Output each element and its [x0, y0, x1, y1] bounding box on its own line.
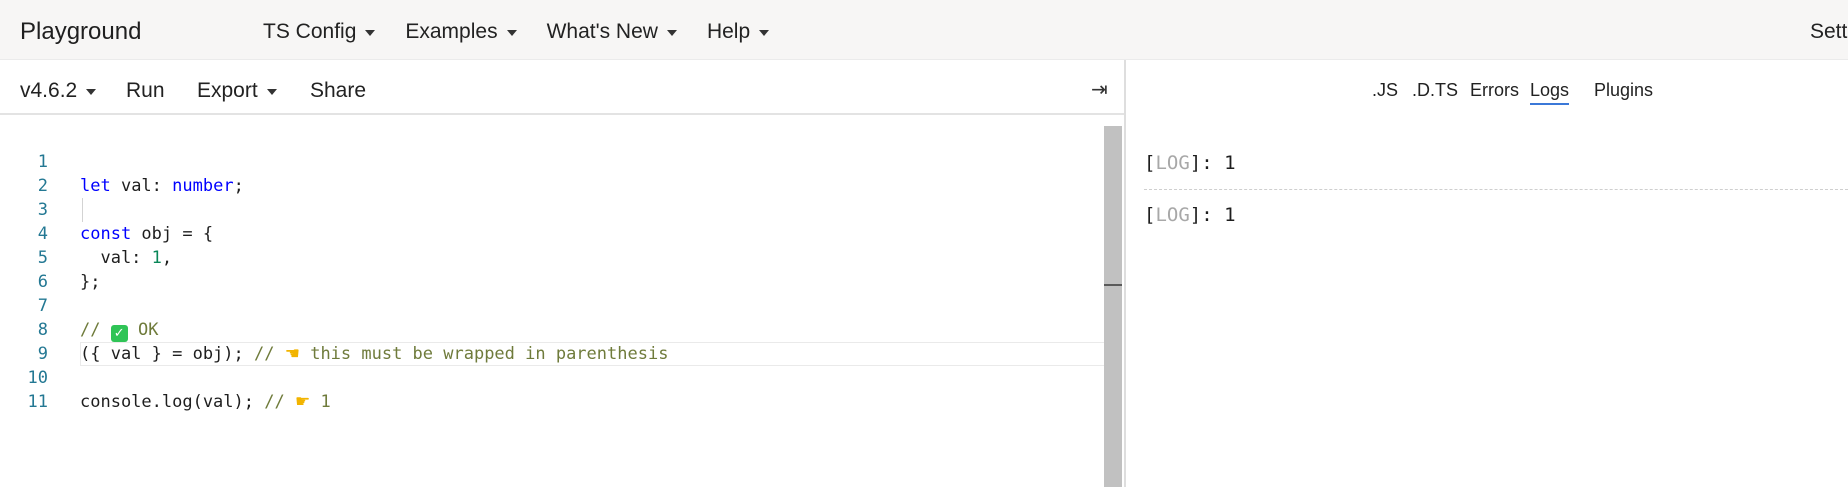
caret-down-icon [759, 30, 770, 36]
tab-logs[interactable]: Logs [1530, 80, 1570, 105]
code-line: 2 [0, 150, 1105, 196]
log-tag: LOG [1155, 152, 1190, 174]
code-line: 11 [0, 366, 1105, 412]
nav-examples-label: Examples [405, 20, 498, 43]
code-line: 1 let val: number; [0, 126, 1105, 196]
share-button[interactable]: Share [310, 79, 366, 103]
nav-help[interactable]: Help [706, 20, 770, 44]
version-label: v4.6.2 [20, 79, 78, 102]
line-number: 11 [27, 392, 48, 412]
code-line: 8 ({ val } = obj); // ☚ this must be wra… [0, 294, 1105, 364]
run-button[interactable]: Run [126, 79, 165, 103]
nav-settings[interactable]: Sett [1810, 20, 1847, 44]
log-bracket: ]: [1189, 152, 1225, 174]
editor-toolbar: v4.6.2 Run Export Share ⇥ [0, 60, 1124, 115]
export-label: Export [197, 79, 258, 102]
log-value: 1 [1224, 152, 1236, 174]
caret-down-icon [86, 89, 97, 95]
tab-js[interactable]: .JS [1372, 80, 1398, 101]
log-tag: LOG [1155, 204, 1190, 226]
code-line: 10 console.log(val); // ☛ 1 [0, 342, 1105, 412]
caret-down-icon [266, 89, 277, 95]
nav-help-label: Help [706, 20, 751, 43]
tab-dts[interactable]: .D.TS [1412, 80, 1458, 101]
code-token: console.log(val); [80, 392, 265, 412]
code-line: 5 }; [0, 222, 1105, 292]
editor-scrollbar-thumb[interactable] [1104, 126, 1122, 487]
tab-errors[interactable]: Errors [1470, 80, 1519, 101]
log-bracket: ]: [1189, 204, 1225, 226]
top-navbar: Playground TS Config Examples What's New… [0, 0, 1848, 60]
nav-examples[interactable]: Examples [405, 20, 517, 44]
log-bracket: [ [1144, 204, 1156, 226]
log-value: 1 [1224, 204, 1236, 226]
collapse-sidebar-icon[interactable]: ⇥ [1091, 77, 1108, 102]
log-separator [1144, 189, 1848, 190]
comment-token: 1 [310, 392, 331, 412]
version-select[interactable]: v4.6.2 [20, 79, 97, 103]
nav-ts-config[interactable]: TS Config [263, 20, 376, 44]
code-line: 7 // ✓ OK [0, 270, 1105, 342]
nav-menu: TS Config Examples What's New Help [263, 20, 799, 44]
code-line: 9 [0, 318, 1105, 364]
nav-whats-new-label: What's New [546, 20, 658, 43]
caret-down-icon [365, 30, 376, 36]
code-editor[interactable]: 1 let val: number; 2 3 const obj = { 4 v… [0, 116, 1120, 487]
code-line: 4 val: 1, [0, 198, 1105, 268]
log-entry: [LOG]: 1 [1144, 204, 1236, 226]
log-bracket: [ [1144, 152, 1156, 174]
scrollbar-cursor-marker [1104, 284, 1122, 286]
code-text: console.log(val); // ☛ 1 [80, 390, 331, 414]
log-entry: [LOG]: 1 [1144, 152, 1236, 174]
brand-title[interactable]: Playground [20, 18, 141, 46]
pointing-right-hand-icon: ☛ [294, 392, 311, 412]
nav-ts-config-label: TS Config [263, 20, 357, 43]
comment-token: // [264, 392, 295, 412]
code-line: 3 const obj = { [0, 174, 1105, 244]
code-line: 6 [0, 246, 1105, 292]
output-panel: .JS .D.TS Errors Logs Plugins [LOG]: 1 [… [1126, 60, 1848, 487]
export-button[interactable]: Export [197, 79, 277, 103]
caret-down-icon [666, 30, 677, 36]
nav-whats-new[interactable]: What's New [547, 20, 677, 44]
caret-down-icon [506, 30, 517, 36]
tab-plugins[interactable]: Plugins [1594, 80, 1653, 101]
